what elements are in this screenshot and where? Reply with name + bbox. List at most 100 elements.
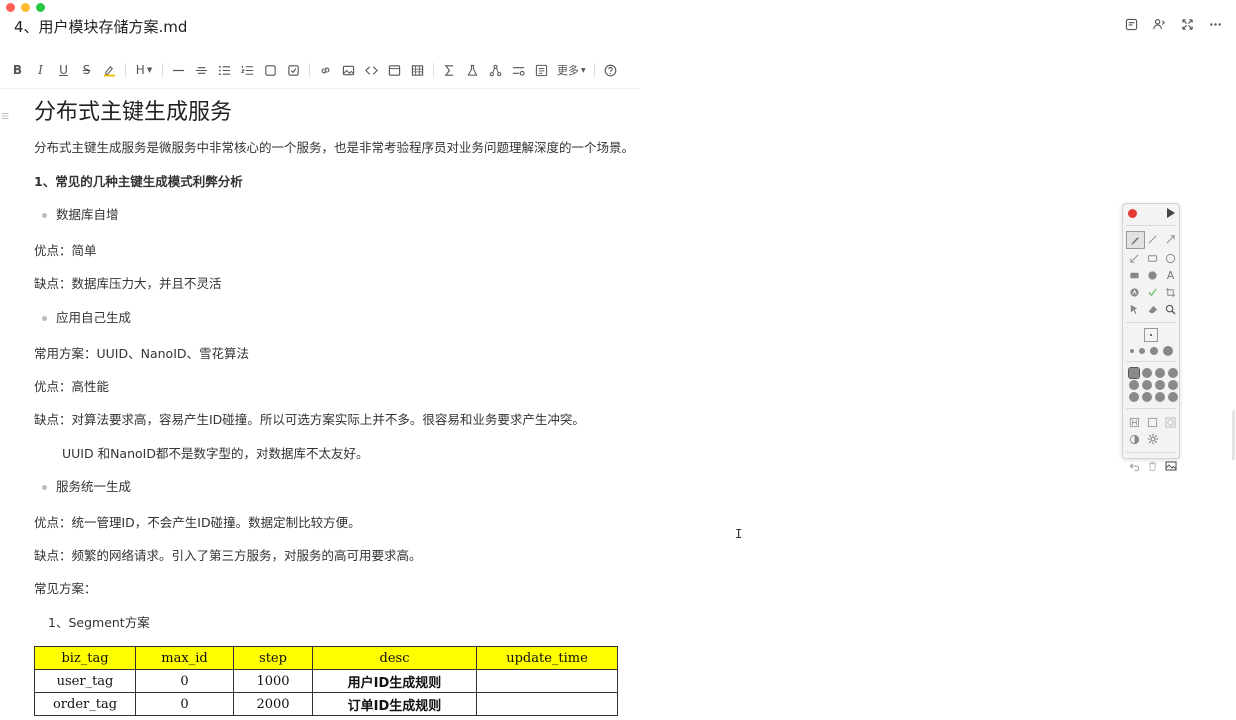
more-button[interactable]: 更多 ▼ (553, 59, 590, 81)
pointer-icon[interactable] (1126, 301, 1143, 317)
share-icon[interactable] (1152, 18, 1166, 32)
color-swatch[interactable] (1129, 380, 1139, 390)
intro-paragraph: 分布式主键生成服务是微服务中非常核心的一个服务，也是非常考验程序员对业务问题理解… (34, 140, 635, 155)
color-swatch[interactable] (1142, 392, 1152, 402)
circle-icon[interactable] (1162, 250, 1179, 266)
scrollbar[interactable] (1232, 410, 1235, 460)
palette-header (1123, 204, 1179, 222)
close-window-button[interactable] (6, 3, 15, 12)
diagram-icon[interactable] (484, 59, 507, 81)
table-cell: 0 (135, 692, 234, 716)
gear-icon[interactable] (1144, 431, 1161, 447)
toolbar-divider (593, 63, 595, 77)
italic-button[interactable]: I (29, 59, 52, 81)
table-header: desc (312, 646, 477, 670)
stroke-size-option[interactable] (1129, 349, 1134, 353)
minimize-window-button[interactable] (21, 3, 30, 12)
underline-button[interactable]: U (52, 59, 75, 81)
toc-icon[interactable] (530, 59, 553, 81)
checkbox-empty-icon[interactable] (259, 59, 282, 81)
color-swatch[interactable] (1168, 368, 1178, 378)
checkbox-checked-icon[interactable] (282, 59, 305, 81)
color-swatch[interactable] (1155, 380, 1165, 390)
section-heading: 1、常见的几种主键生成模式利弊分析 (34, 174, 243, 189)
palette-actions (1123, 456, 1179, 476)
horizontal-rule-icon[interactable] (167, 59, 190, 81)
pen-icon[interactable] (1126, 231, 1145, 249)
heading-button[interactable]: H ▼ (130, 59, 158, 81)
stroke-size-options (1123, 326, 1179, 344)
image-icon[interactable] (337, 59, 360, 81)
color-swatch[interactable] (1142, 368, 1152, 378)
opacity-icon[interactable] (1126, 431, 1143, 447)
text-tool-icon[interactable]: A (1162, 267, 1179, 283)
rectangle-icon[interactable] (1144, 250, 1161, 266)
table-header: update_time (476, 646, 618, 670)
code-block-icon[interactable] (383, 59, 406, 81)
window-controls (6, 3, 45, 12)
color-swatch[interactable] (1168, 392, 1178, 402)
highlight-mode-icon[interactable] (1126, 414, 1143, 430)
help-icon[interactable] (599, 59, 622, 81)
paragraph: 常用方案：UUID、NanoID、雪花算法 (34, 346, 250, 361)
color-swatch[interactable] (1128, 367, 1140, 379)
stroke-size-option[interactable] (1162, 346, 1173, 356)
toolbar-divider (433, 63, 434, 77)
formula-icon[interactable] (438, 59, 461, 81)
toolbar-divider-line (0, 88, 640, 89)
color-swatch[interactable] (1142, 380, 1152, 390)
stroke-preview-icon[interactable] (1144, 328, 1158, 342)
stroke-size-option[interactable] (1138, 348, 1145, 354)
quote-icon[interactable] (190, 59, 213, 81)
filled-rectangle-icon[interactable] (1126, 267, 1143, 283)
timer-icon[interactable] (1162, 414, 1179, 430)
frame-icon[interactable] (1144, 414, 1161, 430)
code-icon[interactable] (360, 59, 383, 81)
undo-icon[interactable] (1126, 458, 1143, 474)
strikethrough-button[interactable]: S (75, 59, 98, 81)
bullet-dot (42, 316, 47, 321)
fill-icon[interactable] (1126, 284, 1143, 300)
trash-icon[interactable] (1144, 458, 1161, 474)
record-icon[interactable] (1128, 208, 1137, 218)
eraser-icon[interactable] (1144, 301, 1161, 317)
paragraph: 优点：简单 (34, 243, 97, 258)
link-icon[interactable] (314, 59, 337, 81)
highlight-icon[interactable] (98, 59, 121, 81)
arrow-icon[interactable] (1162, 231, 1179, 247)
play-icon[interactable] (1167, 208, 1175, 218)
outline-icon[interactable] (1124, 18, 1138, 32)
bullet-list-icon[interactable] (213, 59, 236, 81)
crop-icon[interactable] (1162, 284, 1179, 300)
filled-circle-icon[interactable] (1144, 267, 1161, 283)
zoom-window-button[interactable] (36, 3, 45, 12)
segment-table-image: biz_tag max_id step desc update_time use… (34, 646, 618, 716)
chevron-down-icon: ▼ (146, 66, 153, 74)
bullet-dot (42, 485, 47, 490)
color-swatch[interactable] (1168, 380, 1178, 390)
bold-button[interactable]: B (6, 59, 29, 81)
line-icon[interactable] (1144, 231, 1161, 247)
table-icon[interactable] (406, 59, 429, 81)
zoom-icon[interactable] (1162, 301, 1179, 317)
color-swatch[interactable] (1155, 368, 1165, 378)
list-item: 应用自己生成 (34, 307, 131, 326)
arrow-reverse-icon[interactable] (1126, 250, 1143, 266)
table-cell (476, 692, 618, 716)
fullscreen-icon[interactable] (1180, 18, 1194, 32)
drawing-palette[interactable]: A (1122, 203, 1180, 471)
bullet-dot (42, 213, 47, 218)
sidebar-toggle-icon[interactable] (0, 110, 12, 124)
table-cell: 0 (135, 669, 234, 693)
color-swatch[interactable] (1155, 392, 1165, 402)
timeline-icon[interactable] (507, 59, 530, 81)
paragraph: UUID 和NanoID都不是数字型的，对数据库不太友好。 (62, 446, 369, 461)
more-menu-icon[interactable] (1208, 18, 1222, 32)
save-image-icon[interactable] (1162, 458, 1179, 474)
color-swatch[interactable] (1129, 392, 1139, 402)
palette-divider (1126, 322, 1176, 323)
numbered-list-icon[interactable] (236, 59, 259, 81)
stroke-size-option[interactable] (1149, 347, 1158, 355)
checkmark-icon[interactable] (1144, 284, 1161, 300)
flask-icon[interactable] (461, 59, 484, 81)
